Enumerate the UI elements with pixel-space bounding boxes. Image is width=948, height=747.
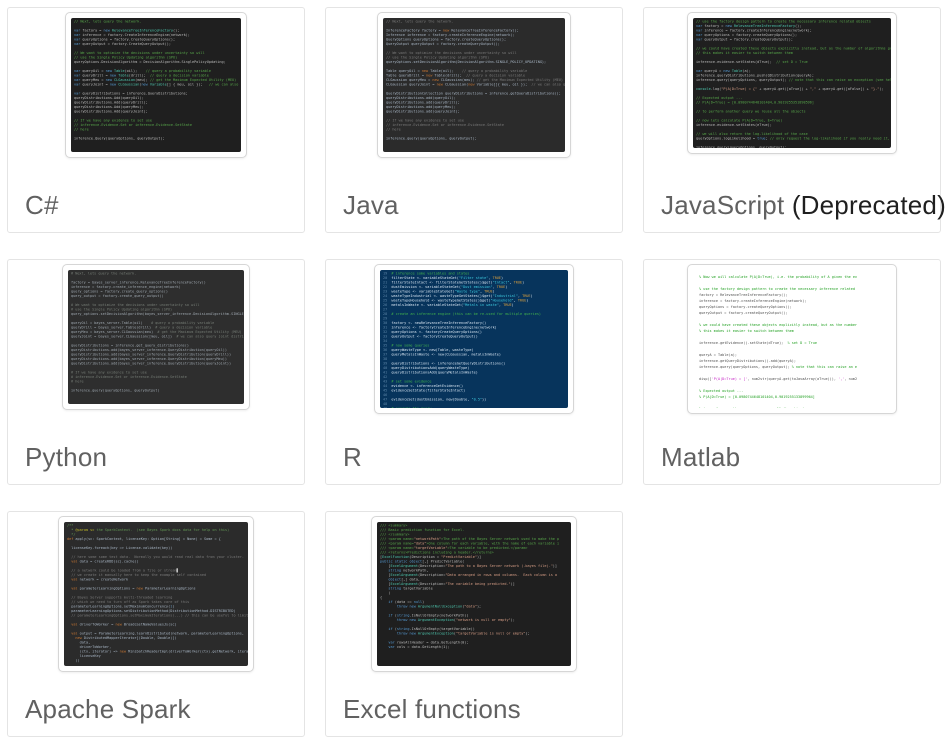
code-image: % Now we will calculate P(A|D=True), i.e…: [693, 270, 891, 408]
code-thumbnail-python[interactable]: # Next, lets query the network. factory …: [62, 264, 250, 410]
card-label: Excel functions: [343, 694, 521, 725]
language-card-csharp[interactable]: // Next, lets query the network. var fac…: [7, 7, 305, 233]
code-thumbnail-java[interactable]: // Next, lets query the network. Inferen…: [377, 12, 571, 158]
code-image: /// <summary>/// Basic prediction functi…: [377, 522, 571, 666]
code-thumbnail-csharp[interactable]: // Next, lets query the network. var fac…: [65, 12, 247, 158]
code-thumbnail-excel-functions[interactable]: /// <summary>/// Basic prediction functi…: [371, 516, 577, 672]
code-image: /** * @param sc the SparkContext. (see B…: [64, 522, 248, 666]
code-image: // Next, lets query the network. Inferen…: [383, 18, 565, 152]
language-name: Python: [25, 442, 107, 472]
code-image: 19 # inference some variables and states…: [380, 270, 568, 408]
language-name: R: [343, 442, 362, 472]
card-label: R: [343, 442, 362, 473]
language-name: Excel functions: [343, 694, 521, 724]
language-card-grid: // Next, lets query the network. var fac…: [0, 0, 948, 744]
code-thumbnail-r[interactable]: 19 # inference some variables and states…: [374, 264, 574, 414]
language-card-apache-spark[interactable]: /** * @param sc the SparkContext. (see B…: [7, 511, 305, 737]
code-image: # Next, lets query the network. factory …: [68, 270, 244, 404]
language-card-excel-functions[interactable]: /// <summary>/// Basic prediction functi…: [325, 511, 623, 737]
card-label: Apache Spark: [25, 694, 191, 725]
code-thumbnail-apache-spark[interactable]: /** * @param sc the SparkContext. (see B…: [58, 516, 254, 672]
card-label: JavaScript (Deprecated): [661, 190, 946, 221]
language-card-javascript[interactable]: // use the factory design pattern to cre…: [643, 7, 941, 233]
language-card-r[interactable]: 19 # inference some variables and states…: [325, 259, 623, 485]
language-card-matlab[interactable]: % Now we will calculate P(A|D=True), i.e…: [643, 259, 941, 485]
code-thumbnail-matlab[interactable]: % Now we will calculate P(A|D=True), i.e…: [687, 264, 897, 414]
language-name: C#: [25, 190, 59, 220]
language-name: Matlab: [661, 442, 740, 472]
card-label: Matlab: [661, 442, 740, 473]
card-label: Python: [25, 442, 107, 473]
language-card-java[interactable]: // Next, lets query the network. Inferen…: [325, 7, 623, 233]
card-label: Java: [343, 190, 399, 221]
card-label: C#: [25, 190, 59, 221]
code-image: // use the factory design pattern to cre…: [693, 18, 891, 148]
code-image: // Next, lets query the network. var fac…: [71, 18, 241, 152]
language-name: Java: [343, 190, 399, 220]
language-name: Apache Spark: [25, 694, 191, 724]
deprecated-note: (Deprecated): [784, 190, 946, 220]
code-thumbnail-javascript[interactable]: // use the factory design pattern to cre…: [687, 12, 897, 154]
language-name: JavaScript: [661, 190, 784, 220]
language-card-python[interactable]: # Next, lets query the network. factory …: [7, 259, 305, 485]
